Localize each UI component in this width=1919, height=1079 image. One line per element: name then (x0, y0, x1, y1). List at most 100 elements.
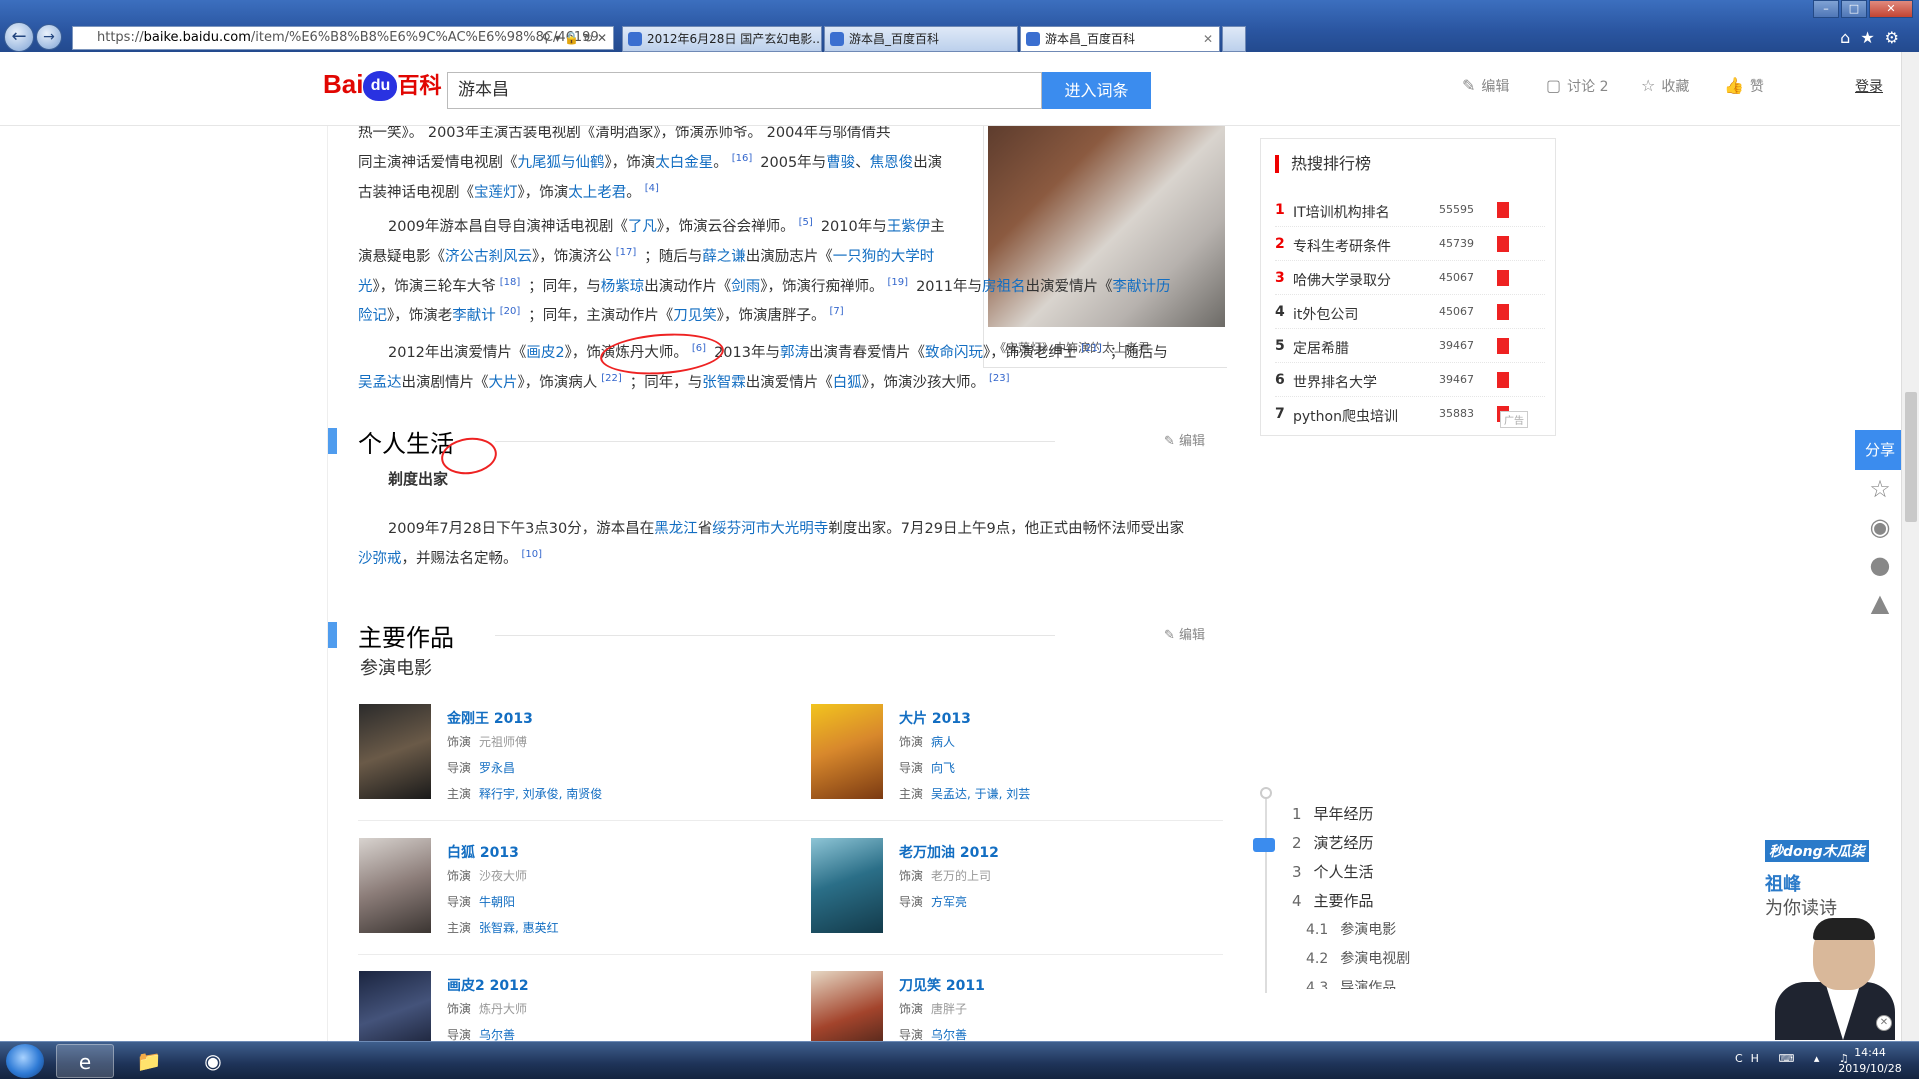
link-zhimingshanwan[interactable]: 致命闪玩 (925, 345, 983, 361)
ie-taskbar-icon[interactable]: e (56, 1044, 114, 1078)
link-lixianji-2[interactable]: 险记 (358, 308, 387, 324)
link-huapi2[interactable]: 画皮2 (526, 345, 564, 361)
hot-item[interactable]: 2 专科生考研条件 45739 (1275, 227, 1545, 261)
value[interactable]: 病人 (931, 735, 955, 749)
link-dog-college-2[interactable]: 光 (358, 278, 373, 294)
value[interactable]: 罗永昌 (479, 761, 515, 775)
page-scrollbar[interactable] (1901, 52, 1919, 1042)
back-button[interactable]: ← (4, 22, 34, 52)
enter-entry-button[interactable]: 进入词条 (1042, 72, 1151, 109)
work-title[interactable]: 画皮2 2012 (447, 975, 529, 995)
weibo-icon[interactable]: ◉ (1855, 508, 1905, 546)
like-action[interactable]: 👍 赞 (1724, 76, 1764, 96)
favorite-action[interactable]: ☆ 收藏 (1641, 76, 1689, 96)
lang-indicator[interactable]: CH (1735, 1052, 1767, 1065)
tab-3-active[interactable]: 游本昌_百度百科 ✕ (1020, 26, 1220, 52)
link-baoliandeng[interactable]: 宝莲灯 (474, 185, 518, 201)
chrome-taskbar-icon[interactable]: ◉ (184, 1044, 242, 1078)
link-daguangming-temple[interactable]: 绥芬河市大光明寺 (712, 521, 828, 537)
tab-1[interactable]: 2012年6月28日 国产玄幻电影... (622, 26, 822, 52)
link-yangziqiong[interactable]: 杨紫琼 (601, 278, 645, 294)
poster-image[interactable] (359, 971, 431, 1041)
link-wumengda[interactable]: 吴孟达 (358, 375, 402, 391)
value[interactable]: 乌尔善 (931, 1028, 967, 1041)
toc-subitem[interactable]: 4.3 导演作品 (1306, 977, 1396, 989)
work-title[interactable]: 白狐 2013 (447, 842, 519, 862)
citation[interactable]: [4] (645, 183, 659, 194)
work-card[interactable]: 老万加油 2012 饰演 老万的上司 导演 方军亮 (811, 838, 1227, 948)
link-xuezhiqian[interactable]: 薛之谦 (702, 249, 746, 265)
hot-item[interactable]: 5 定居希腊 39467 (1275, 329, 1545, 363)
link-taibai[interactable]: 太白金星 (655, 155, 713, 171)
share-button[interactable]: 分享 (1855, 430, 1905, 470)
hot-name[interactable]: 世界排名大学 (1293, 372, 1377, 392)
figure-baoliandeng[interactable]: 《宝莲灯》中饰演的太上老君 (983, 126, 1227, 368)
link-taishanglaojun[interactable]: 太上老君 (568, 185, 626, 201)
citation[interactable]: [7] (830, 306, 844, 317)
toc-subitem[interactable]: 4.1 参演电影 (1306, 919, 1396, 939)
link-zhangzhilin[interactable]: 张智霖 (702, 375, 746, 391)
citation[interactable]: [10] (522, 549, 543, 560)
scroll-thumb[interactable] (1905, 392, 1917, 522)
link-caojun[interactable]: 曹骏 (826, 155, 855, 171)
link-dapian[interactable]: 大片 (489, 375, 518, 391)
tab-2[interactable]: 游本昌_百度百科 (824, 26, 1018, 52)
value[interactable]: 牛朝阳 (479, 895, 515, 909)
baidu-baike-logo[interactable]: Bai du 百科 (323, 68, 441, 102)
citation[interactable]: [21] (1081, 343, 1102, 354)
link-shamijie[interactable]: 沙弥戒 (358, 551, 402, 567)
citation[interactable]: [20] (500, 306, 521, 317)
link-lixianji[interactable]: 李献计历 (1112, 278, 1170, 294)
link-guotao[interactable]: 郭涛 (780, 345, 809, 361)
poster-image[interactable] (359, 704, 431, 799)
section-edit-link[interactable]: ✎ 编辑 (1164, 430, 1205, 449)
hot-name[interactable]: 哈佛大学录取分 (1293, 270, 1391, 290)
citation[interactable]: [23] (989, 373, 1010, 384)
poster-image[interactable] (811, 704, 883, 799)
toc-subitem[interactable]: 4.2 参演电视剧 (1306, 948, 1410, 968)
hot-item[interactable]: 3 哈佛大学录取分 45067 (1275, 261, 1545, 295)
discuss-action[interactable]: ▢ 讨论 2 (1546, 76, 1608, 96)
value[interactable]: 方军亮 (931, 895, 967, 909)
ad-close-icon[interactable]: ✕ (1876, 1015, 1892, 1031)
hot-name[interactable]: 定居希腊 (1293, 338, 1349, 358)
forward-button[interactable]: → (36, 24, 62, 50)
work-title[interactable]: 老万加油 2012 (899, 842, 999, 862)
link-jiaoenjun[interactable]: 焦恩俊 (870, 155, 914, 171)
poster-image[interactable] (811, 971, 883, 1041)
link-jianyu[interactable]: 剑雨 (731, 278, 760, 294)
tab-close-icon[interactable]: ✕ (1203, 27, 1213, 51)
link-heilongjiang[interactable]: 黑龙江 (654, 521, 698, 537)
hot-name[interactable]: 专科生考研条件 (1293, 236, 1391, 256)
link-fangzuming[interactable]: 房祖名 (982, 278, 1026, 294)
link-wangziyi[interactable]: 王紫伊 (887, 219, 931, 235)
hot-item[interactable]: 4 it外包公司 45067 (1275, 295, 1545, 329)
value[interactable]: 吴孟达, 于谦, 刘芸 (931, 787, 1030, 801)
maximize-button[interactable]: □ (1841, 0, 1867, 18)
link-baihu[interactable]: 白狐 (833, 375, 862, 391)
work-card[interactable]: 金刚王 2013 饰演 元祖师傅 导演 罗永昌 主演 释行宇, 刘承俊, 南贤俊 (359, 704, 799, 814)
hot-name[interactable]: python爬虫培训 (1293, 406, 1398, 426)
qq-icon[interactable]: ▲ (1855, 584, 1905, 622)
work-card[interactable]: 刀见笑 2011 饰演 唐胖子 导演 乌尔善 (811, 971, 1227, 1041)
citation[interactable]: [5] (799, 217, 813, 228)
link-daojianxiao[interactable]: 刀见笑 (673, 308, 717, 324)
minimize-button[interactable]: – (1813, 0, 1839, 18)
work-card[interactable]: 大片 2013 饰演 病人 导演 向飞 主演 吴孟达, 于谦, 刘芸 (811, 704, 1227, 814)
value[interactable]: 乌尔善 (479, 1028, 515, 1041)
toc-item[interactable]: 2 演艺经历 (1292, 832, 1374, 853)
link-liaofan[interactable]: 了凡 (628, 219, 657, 235)
work-card[interactable]: 白狐 2013 饰演 沙夜大师 导演 牛朝阳 主演 张智霖, 惠英红 (359, 838, 799, 948)
hot-name[interactable]: IT培训机构排名 (1293, 202, 1390, 222)
browser-tools-icons[interactable]: ⌂★⚙ (1840, 28, 1909, 47)
section-edit-link[interactable]: ✎ 编辑 (1164, 624, 1205, 643)
work-title[interactable]: 刀见笑 2011 (899, 975, 985, 995)
value[interactable]: 张智霖, 惠英红 (479, 921, 559, 935)
citation[interactable]: [16] (732, 153, 753, 164)
floating-ad[interactable]: 秒dong木瓜柒 祖峰 为你读诗 (1765, 840, 1895, 1040)
value[interactable]: 向飞 (931, 761, 955, 775)
toc-item[interactable]: 4 主要作品 (1292, 890, 1374, 911)
work-title[interactable]: 大片 2013 (899, 708, 971, 728)
poster-image[interactable] (811, 838, 883, 933)
value[interactable]: 释行宇, 刘承俊, 南贤俊 (479, 787, 602, 801)
